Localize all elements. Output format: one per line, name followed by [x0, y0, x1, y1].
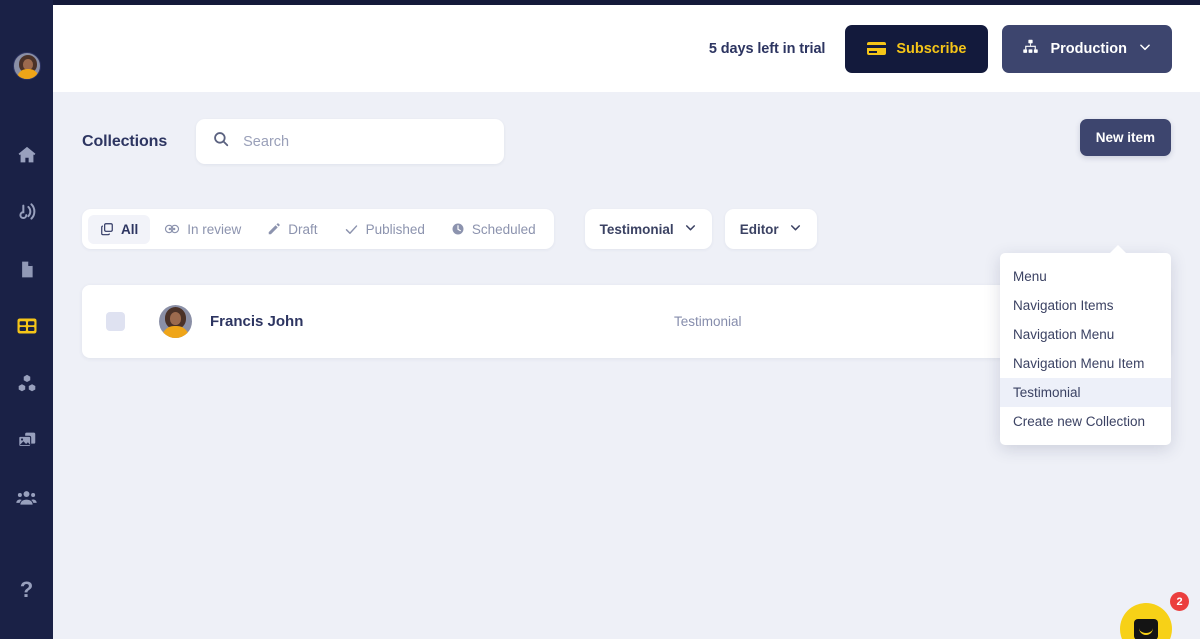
new-item-dropdown-menu: Menu Navigation Items Navigation Menu Na… — [1000, 245, 1171, 445]
eyes-icon — [164, 222, 180, 236]
clock-icon — [451, 222, 465, 236]
sidebar-item-pages[interactable] — [12, 254, 42, 284]
collection-type-select-label: Testimonial — [599, 221, 674, 237]
environment-label: Production — [1050, 40, 1127, 57]
pencil-icon — [267, 222, 281, 236]
check-icon — [344, 222, 359, 237]
chat-launcher-button[interactable] — [1120, 603, 1172, 639]
sidebar-nav — [12, 140, 42, 512]
trial-status-text: 5 days left in trial — [708, 40, 826, 57]
sidebar-item-components[interactable] — [12, 368, 42, 398]
chevron-down-icon — [1138, 40, 1152, 58]
tab-in-review[interactable]: In review — [152, 215, 253, 244]
dropdown-item-testimonial[interactable]: Testimonial — [1000, 378, 1171, 407]
chevron-down-icon — [684, 221, 697, 237]
tab-in-review-label: In review — [187, 221, 242, 237]
credit-card-icon — [867, 42, 887, 55]
tab-published[interactable]: Published — [332, 215, 437, 244]
avatar — [159, 305, 192, 338]
people-icon — [15, 486, 38, 509]
content-area: Collections New item Menu Navigation Ite… — [53, 92, 1200, 639]
dropdown-item-navigation-items[interactable]: Navigation Items — [1000, 291, 1171, 320]
search-box[interactable] — [196, 119, 505, 164]
sidebar-footer: ? — [0, 579, 53, 601]
subscribe-button[interactable]: Subscribe — [845, 24, 989, 73]
topbar: 5 days left in trial Subscribe Productio… — [53, 5, 1200, 92]
collection-type-select[interactable]: Testimonial — [584, 209, 712, 249]
tab-draft-label: Draft — [288, 221, 318, 237]
filters-row: All In review Draft Published Scheduled … — [82, 209, 1200, 249]
search-input[interactable] — [243, 133, 489, 150]
avatar-body — [162, 326, 189, 338]
sidebar-item-people[interactable] — [12, 482, 42, 512]
sidebar-user-avatar[interactable] — [12, 52, 41, 80]
dropdown-item-menu[interactable]: Menu — [1000, 262, 1171, 291]
row-select-checkbox[interactable] — [106, 312, 125, 331]
app-root: ? 5 days left in trial Subscribe Product… — [0, 0, 1200, 639]
row-type: Testimonial — [674, 314, 742, 329]
content-header: Collections — [82, 119, 1200, 164]
chat-unread-badge: 2 — [1170, 592, 1189, 611]
sitemap-icon — [1022, 38, 1039, 59]
sidebar: ? — [0, 0, 53, 639]
page-title: Collections — [82, 132, 168, 150]
new-item-button[interactable]: New item — [1079, 119, 1171, 156]
tab-scheduled[interactable]: Scheduled — [439, 215, 548, 244]
role-select-label: Editor — [739, 221, 779, 237]
help-icon[interactable]: ? — [20, 579, 33, 601]
dropdown-item-navigation-menu-item[interactable]: Navigation Menu Item — [1000, 349, 1171, 378]
broadcast-icon — [16, 201, 38, 223]
role-select[interactable]: Editor — [724, 209, 817, 249]
components-icon — [16, 372, 38, 394]
sidebar-item-broadcast[interactable] — [12, 197, 42, 227]
tab-all-label: All — [121, 221, 139, 237]
messenger-icon — [1134, 618, 1158, 639]
media-icon — [16, 429, 38, 451]
sidebar-item-collections[interactable] — [12, 311, 42, 341]
row-name: Francis John — [210, 313, 304, 330]
messenger-smile — [1139, 628, 1153, 635]
dropdown-item-navigation-menu[interactable]: Navigation Menu — [1000, 320, 1171, 349]
subscribe-label: Subscribe — [896, 40, 967, 57]
collections-icon — [15, 314, 39, 338]
copy-icon — [100, 222, 114, 236]
pages-icon — [16, 259, 37, 280]
chat-widget-wrapper: 2 — [1120, 592, 1189, 639]
home-icon — [16, 144, 38, 166]
main-area: 5 days left in trial Subscribe Productio… — [53, 0, 1200, 639]
environment-selector-button[interactable]: Production — [1002, 24, 1172, 73]
status-filter-tabs: All In review Draft Published Scheduled — [82, 209, 554, 249]
tab-published-label: Published — [365, 221, 425, 237]
sidebar-item-home[interactable] — [12, 140, 42, 170]
dropdown-item-create-new-collection[interactable]: Create new Collection — [1000, 407, 1171, 436]
tab-draft[interactable]: Draft — [255, 215, 329, 244]
sidebar-item-media[interactable] — [12, 425, 42, 455]
avatar-face — [170, 312, 181, 325]
avatar-body — [16, 69, 39, 79]
chevron-down-icon — [789, 221, 802, 237]
search-icon — [212, 130, 230, 153]
tab-scheduled-label: Scheduled — [471, 221, 536, 237]
tab-all[interactable]: All — [88, 214, 151, 244]
